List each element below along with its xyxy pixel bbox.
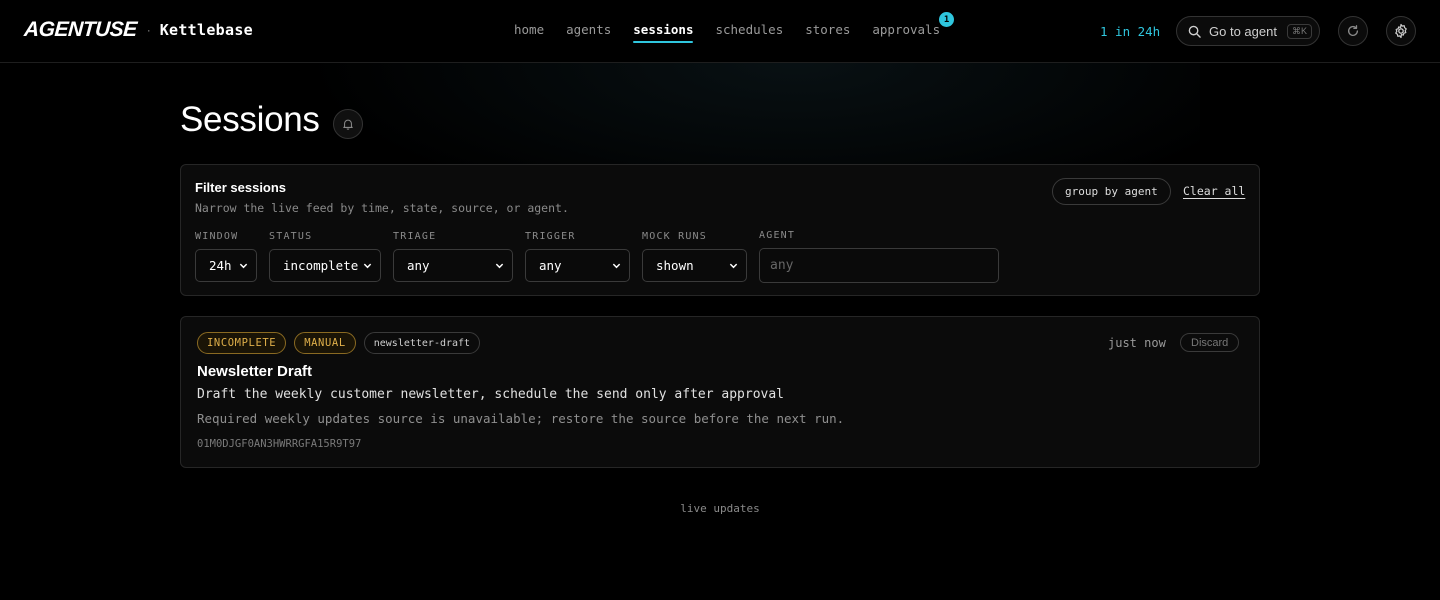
agent-input[interactable]: any	[759, 248, 999, 283]
nav-stores[interactable]: stores	[805, 22, 850, 42]
notifications-button[interactable]	[333, 109, 363, 139]
session-card[interactable]: INCOMPLETE MANUAL newsletter-draft just …	[180, 316, 1260, 468]
trigger-value: any	[539, 258, 562, 273]
mock-runs-select[interactable]: shown	[642, 249, 747, 282]
filter-panel-title: Filter sessions	[195, 180, 287, 195]
brand[interactable]: AGENTUSE · Kettlebase	[23, 18, 253, 42]
settings-button[interactable]	[1386, 16, 1416, 46]
status-filter: STATUS incomplete	[269, 231, 381, 282]
workspace-name: Kettlebase	[159, 21, 253, 39]
mock-runs-value: shown	[656, 258, 694, 273]
approvals-count-badge: 1	[939, 12, 955, 27]
shortcut-hint: ⌘K	[1286, 23, 1312, 39]
agent-label: AGENT	[759, 230, 796, 241]
nav-approvals-label: approvals	[872, 22, 941, 37]
refresh-button[interactable]	[1338, 16, 1368, 46]
bell-icon	[343, 119, 353, 130]
go-to-agent-button[interactable]: Go to agent ⌘K	[1176, 16, 1320, 46]
mock-runs-label: MOCK RUNS	[642, 231, 707, 242]
page-title: Sessions	[180, 100, 320, 139]
clear-all-link[interactable]: Clear all	[1183, 184, 1245, 198]
trigger-label: TRIGGER	[525, 231, 576, 242]
nav-schedules[interactable]: schedules	[715, 22, 783, 42]
trigger-badge: MANUAL	[294, 332, 356, 354]
nav-approvals[interactable]: approvals 1	[872, 12, 955, 42]
status-label: STATUS	[269, 231, 313, 242]
discard-button[interactable]: Discard	[1180, 333, 1240, 352]
window-select[interactable]: 24h	[195, 249, 257, 282]
status-value: incomplete	[283, 258, 359, 273]
status-select[interactable]: incomplete	[269, 249, 381, 282]
brand-separator: ·	[146, 23, 151, 37]
gear-icon	[1395, 23, 1407, 39]
session-description: Draft the weekly customer newsletter, sc…	[197, 387, 784, 402]
agent-badge[interactable]: newsletter-draft	[363, 332, 481, 354]
mock-runs-filter: MOCK RUNS shown	[642, 231, 747, 282]
nav-home[interactable]: home	[514, 22, 544, 42]
session-title: Newsletter Draft	[197, 363, 313, 380]
search-icon	[1188, 25, 1201, 38]
chevron-down-icon	[363, 263, 372, 269]
trigger-filter: TRIGGER any	[525, 231, 630, 282]
filter-panel-subtitle: Narrow the live feed by time, state, sou…	[195, 201, 569, 215]
top-bar: AGENTUSE · Kettlebase home agents sessio…	[0, 0, 1440, 63]
live-updates-indicator: live updates	[680, 502, 760, 515]
chevron-down-icon	[729, 263, 738, 269]
go-to-agent-label: Go to agent	[1209, 23, 1277, 39]
session-tags: INCOMPLETE MANUAL newsletter-draft	[197, 332, 488, 354]
agentuse-logo: AGENTUSE	[23, 18, 138, 41]
chevron-down-icon	[612, 263, 621, 269]
status-badge: INCOMPLETE	[197, 332, 287, 354]
window-value: 24h	[209, 258, 232, 273]
triage-value: any	[407, 258, 430, 273]
refresh-icon	[1347, 25, 1359, 36]
group-by-agent-button[interactable]: group by agent	[1052, 178, 1171, 205]
session-timestamp: just now	[1108, 336, 1166, 350]
triage-filter: TRIAGE any	[393, 231, 513, 282]
trigger-select[interactable]: any	[525, 249, 630, 282]
session-note: Required weekly updates source is unavai…	[197, 411, 845, 426]
runs-count-link[interactable]: 1 in 24h	[1100, 24, 1160, 39]
main-nav: home agents sessions schedules stores ap…	[514, 12, 962, 43]
chevron-down-icon	[239, 263, 248, 269]
triage-select[interactable]: any	[393, 249, 513, 282]
nav-sessions[interactable]: sessions	[633, 22, 694, 43]
session-id: 01M0DJGF0AN3HWRRGFA15R9T97	[197, 438, 362, 450]
filter-panel: Filter sessions Narrow the live feed by …	[180, 164, 1260, 296]
nav-agents[interactable]: agents	[566, 22, 611, 42]
agent-filter: AGENT any	[759, 230, 999, 283]
window-label: WINDOW	[195, 231, 239, 242]
window-filter: WINDOW 24h	[195, 231, 257, 282]
triage-label: TRIAGE	[393, 231, 437, 242]
chevron-down-icon	[495, 263, 504, 269]
